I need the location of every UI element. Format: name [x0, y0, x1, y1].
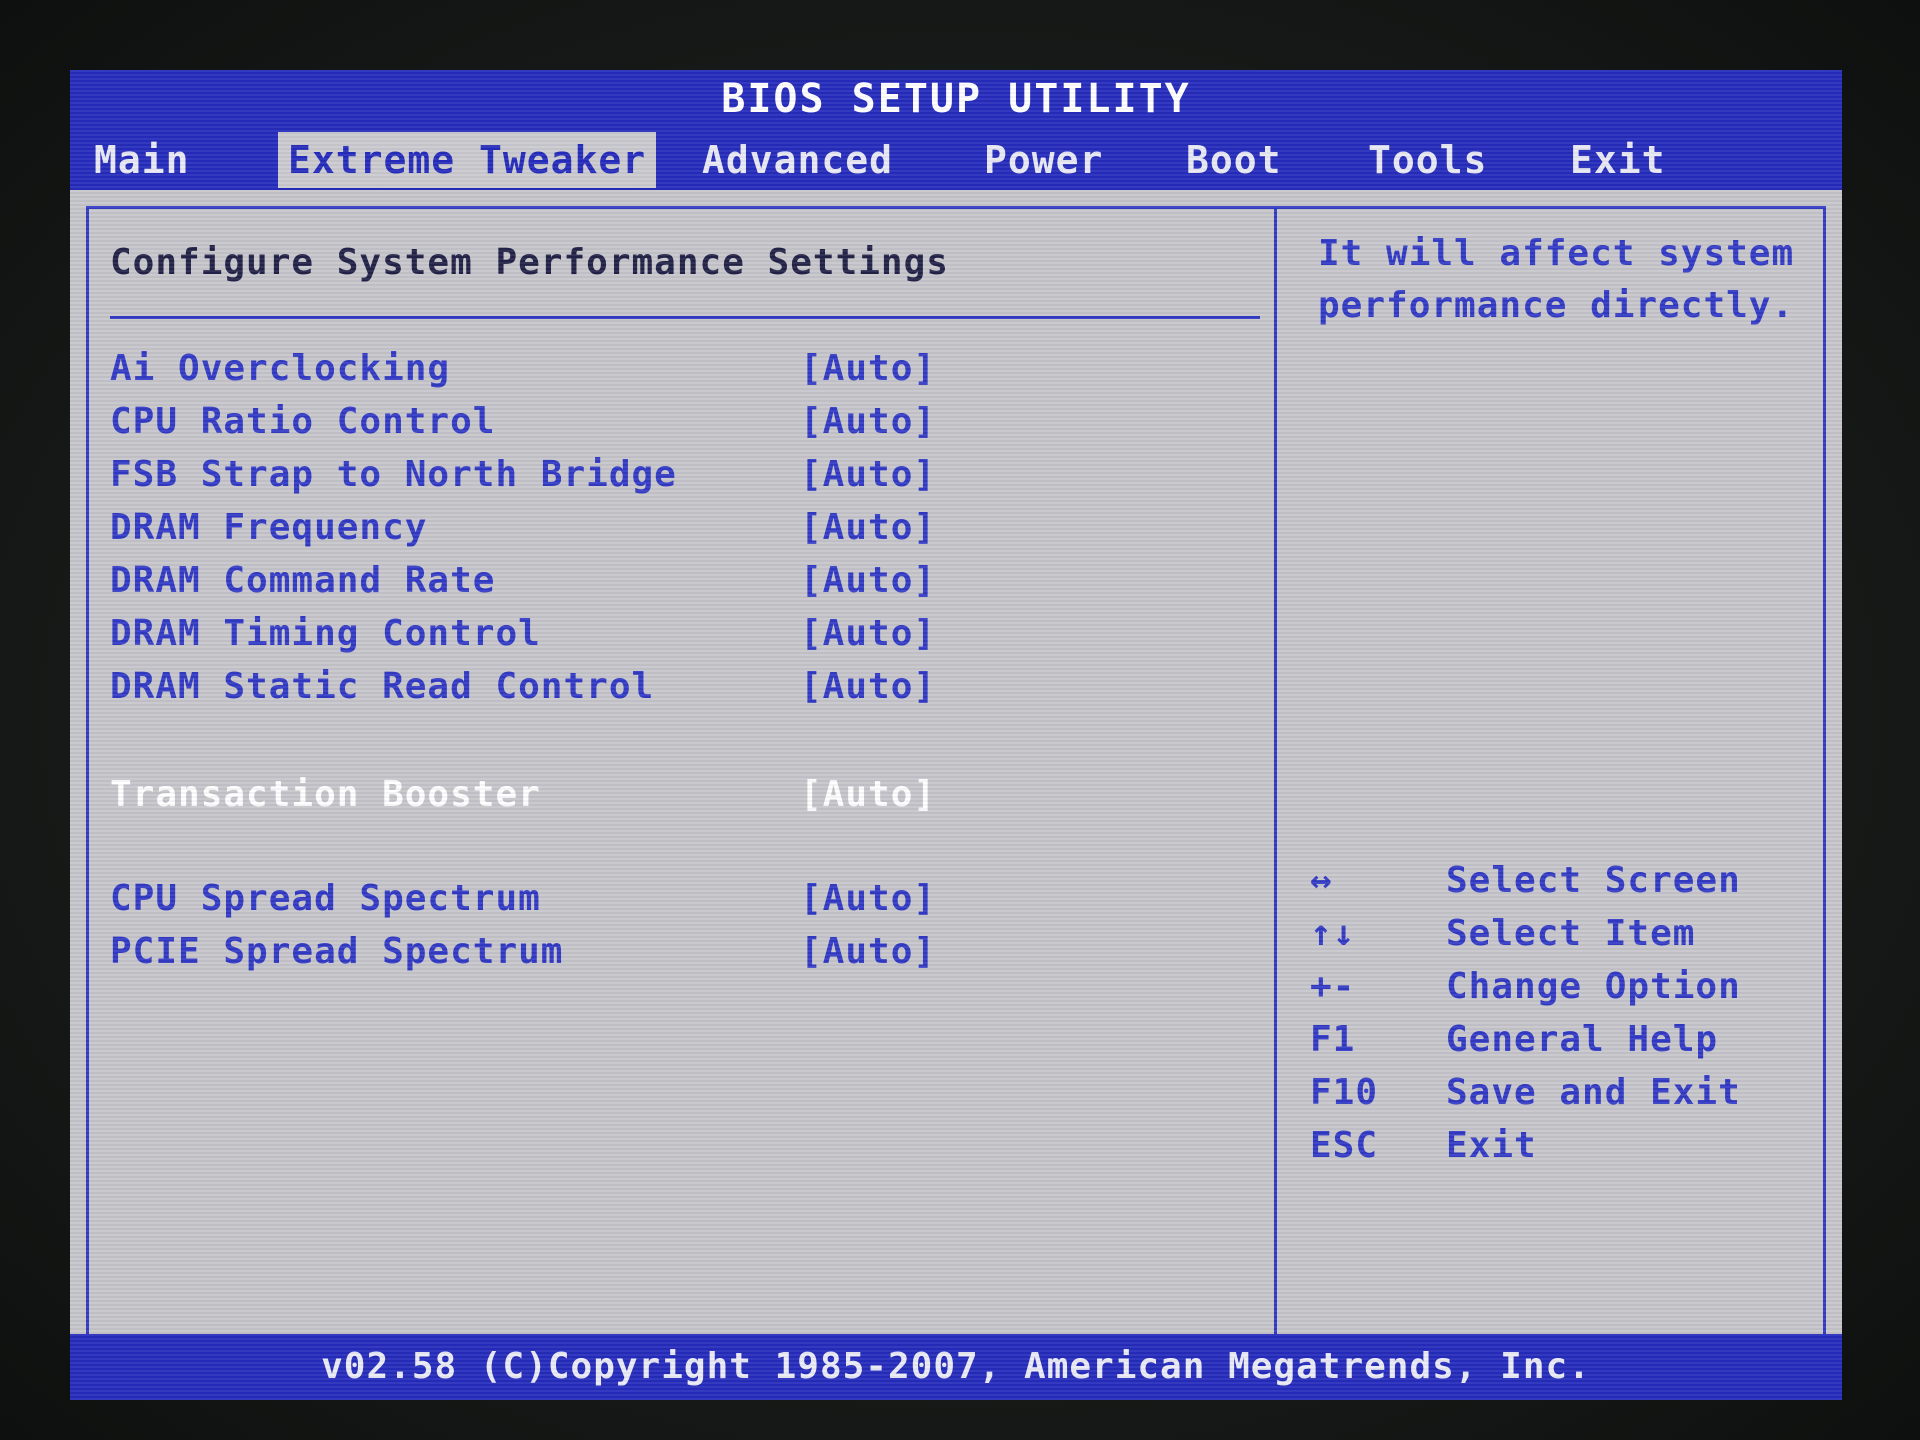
setting-value[interactable]: [Auto]: [800, 931, 936, 972]
key-hint: ↑↓ Select Item: [1310, 913, 1810, 965]
setting-dram-frequency[interactable]: DRAM Frequency [Auto]: [110, 507, 1260, 557]
key-hint: +- Change Option: [1310, 966, 1810, 1018]
key-hint: F10 Save and Exit: [1310, 1072, 1810, 1124]
setting-label: Ai Overclocking: [110, 348, 451, 389]
setting-value[interactable]: [Auto]: [800, 666, 936, 707]
setting-label: CPU Ratio Control: [110, 401, 496, 442]
key-desc: Select Screen: [1446, 860, 1741, 901]
setting-pcie-spread-spectrum[interactable]: PCIE Spread Spectrum [Auto]: [110, 931, 1260, 981]
key-hint: F1 General Help: [1310, 1019, 1810, 1071]
help-description: It will affect system performance direct…: [1318, 228, 1798, 332]
tab-power[interactable]: Power: [974, 132, 1113, 188]
section-title: Configure System Performance Settings: [110, 242, 949, 283]
tab-tools[interactable]: Tools: [1358, 132, 1497, 188]
tab-exit[interactable]: Exit: [1560, 132, 1676, 188]
key-hint: ↔ Select Screen: [1310, 860, 1810, 912]
setting-value[interactable]: [Auto]: [800, 348, 936, 389]
bios-title: BIOS SETUP UTILITY: [721, 76, 1191, 122]
setting-label: CPU Spread Spectrum: [110, 878, 541, 919]
copyright-footer: v02.58 (C)Copyright 1985-2007, American …: [70, 1334, 1842, 1400]
plus-minus-key: +-: [1310, 966, 1356, 1007]
esc-key: ESC: [1310, 1125, 1379, 1166]
key-hint: ESC Exit: [1310, 1125, 1810, 1177]
key-desc: General Help: [1446, 1019, 1719, 1060]
title-bar: BIOS SETUP UTILITY Main Extreme Tweaker …: [70, 70, 1842, 190]
f10-key: F10: [1310, 1072, 1379, 1113]
help-line: It will affect system: [1318, 233, 1795, 274]
key-desc: Save and Exit: [1446, 1072, 1741, 1113]
setting-value[interactable]: [Auto]: [800, 560, 936, 601]
setting-value[interactable]: [Auto]: [800, 454, 936, 495]
setting-ai-overclocking[interactable]: Ai Overclocking [Auto]: [110, 348, 1260, 398]
tab-extreme-tweaker[interactable]: Extreme Tweaker: [278, 132, 657, 188]
setting-label: DRAM Timing Control: [110, 613, 541, 654]
left-right-arrow-icon: ↔: [1310, 860, 1333, 901]
menu-bar: Main Extreme Tweaker Advanced Power Boot…: [70, 132, 1842, 190]
help-line: performance directly.: [1318, 285, 1795, 326]
f1-key: F1: [1310, 1019, 1356, 1060]
setting-cpu-ratio-control[interactable]: CPU Ratio Control [Auto]: [110, 401, 1260, 451]
setting-dram-timing-control[interactable]: DRAM Timing Control [Auto]: [110, 613, 1260, 663]
panel-divider: [1274, 206, 1277, 1338]
setting-value[interactable]: [Auto]: [800, 613, 936, 654]
setting-cpu-spread-spectrum[interactable]: CPU Spread Spectrum [Auto]: [110, 878, 1260, 928]
setting-value[interactable]: [Auto]: [800, 507, 936, 548]
section-rule: [110, 316, 1260, 319]
bios-screen: BIOS SETUP UTILITY Main Extreme Tweaker …: [70, 70, 1842, 1400]
monitor-bezel: BIOS SETUP UTILITY Main Extreme Tweaker …: [0, 0, 1920, 1440]
setting-label: DRAM Frequency: [110, 507, 428, 548]
setting-label: Transaction Booster: [110, 774, 541, 815]
up-down-arrow-icon: ↑↓: [1310, 913, 1356, 954]
tab-boot[interactable]: Boot: [1176, 132, 1292, 188]
setting-value[interactable]: [Auto]: [800, 878, 936, 919]
key-desc: Change Option: [1446, 966, 1741, 1007]
setting-transaction-booster[interactable]: Transaction Booster [Auto]: [110, 774, 1260, 824]
tab-advanced[interactable]: Advanced: [692, 132, 903, 188]
setting-dram-command-rate[interactable]: DRAM Command Rate [Auto]: [110, 560, 1260, 610]
setting-label: PCIE Spread Spectrum: [110, 931, 564, 972]
setting-label: DRAM Command Rate: [110, 560, 496, 601]
key-desc: Select Item: [1446, 913, 1696, 954]
key-desc: Exit: [1446, 1125, 1537, 1166]
setting-label: DRAM Static Read Control: [110, 666, 655, 707]
tab-main[interactable]: Main: [84, 132, 200, 188]
setting-value[interactable]: [Auto]: [800, 774, 936, 815]
setting-label: FSB Strap to North Bridge: [110, 454, 677, 495]
setting-fsb-strap[interactable]: FSB Strap to North Bridge [Auto]: [110, 454, 1260, 504]
setting-value[interactable]: [Auto]: [800, 401, 936, 442]
setting-dram-static-read-control[interactable]: DRAM Static Read Control [Auto]: [110, 666, 1260, 716]
